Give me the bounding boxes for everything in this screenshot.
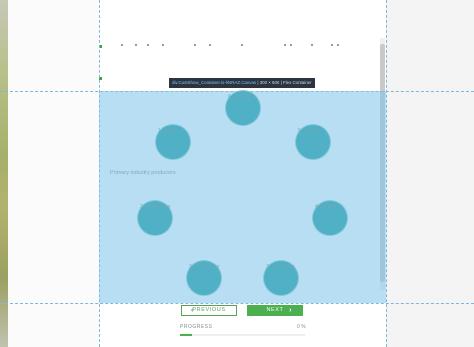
diagram-node-label: 4. Distrib (315, 204, 335, 210)
nav-dot (209, 44, 211, 46)
diagram-node-label: 6. Product (228, 94, 251, 100)
diagram-node[interactable]: 2. Processing (137, 200, 173, 236)
diagram-node[interactable]: 5. Retail (295, 124, 331, 160)
chevron-right-icon: › (289, 307, 292, 314)
tooltip-selector: div.CustShow_Container.is-hNRAZ.Canvas (172, 80, 257, 85)
diagram-node[interactable]: 4. Distrib (312, 200, 348, 236)
next-button-label: NEXT (266, 307, 284, 313)
nav-dot (284, 44, 286, 46)
diagram-node-label: 1. Raw (158, 128, 174, 134)
nav-dot (147, 44, 149, 46)
background-image-strip (0, 0, 8, 347)
element-inspector-tooltip: div.CustShow_Container.is-hNRAZ.Canvas |… (169, 78, 315, 88)
nav-dot (331, 44, 333, 46)
previous-button[interactable]: ‹ PREVIOUS (181, 305, 237, 316)
nav-dot (135, 44, 137, 46)
progress-bar (180, 334, 305, 336)
tooltip-type: Flex Container (282, 80, 312, 85)
diagram-center-label: Primary industry producers (110, 170, 176, 176)
tooltip-size: 300 × 600 (259, 80, 280, 85)
progress-bar-fill (180, 334, 192, 336)
nav-dot (337, 44, 339, 46)
nav-dot (121, 44, 123, 46)
nav-dot (290, 44, 292, 46)
nav-dot (241, 44, 243, 46)
nav-dot (194, 44, 196, 46)
canvas-gutter-left (8, 0, 99, 347)
nav-dots (99, 44, 386, 50)
diagram-node-label: 5. Retail (298, 128, 317, 134)
diagram-node[interactable]: 6. Product (225, 90, 261, 126)
diagram-node[interactable]: 7. Consumer (263, 260, 299, 296)
diagram-node-label: 2. Processing (140, 204, 171, 210)
diagram-node[interactable]: 1. Raw (155, 124, 191, 160)
nav-dot (162, 44, 164, 46)
progress-label: PROGRESS (180, 324, 213, 330)
guide-line-vertical (386, 0, 387, 347)
diagram-node-label: 7. Consumer (266, 264, 295, 270)
chevron-left-icon: ‹ (191, 307, 194, 314)
nav-dot (311, 44, 313, 46)
diagram-node[interactable]: 3. Manufactur (186, 260, 222, 296)
diagram-node-label: 3. Manufactur (189, 264, 220, 270)
next-button[interactable]: NEXT › (247, 305, 303, 316)
canvas-gutter-right (386, 0, 474, 347)
previous-button-label: PREVIOUS (192, 307, 226, 313)
guide-line-horizontal (0, 303, 474, 304)
progress-value: 0 % (297, 324, 306, 330)
